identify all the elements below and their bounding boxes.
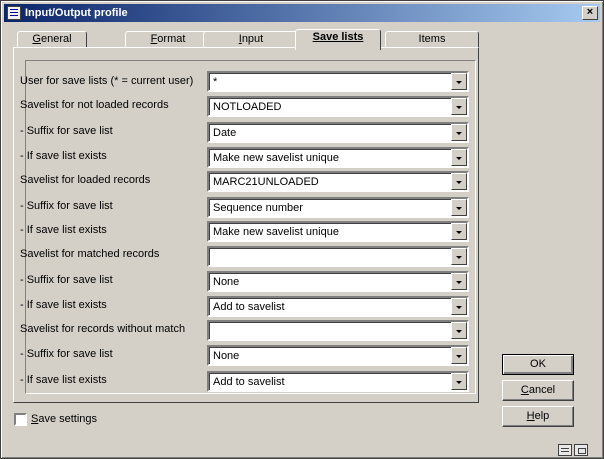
field-label: - Suffix for save list (20, 200, 113, 212)
no-match-savelist-select[interactable] (207, 320, 469, 341)
not-loaded-savelist-select[interactable]: NOTLOADED (207, 96, 469, 117)
not-loaded-exists-select[interactable]: Make new savelist unique (207, 147, 469, 168)
no-match-exists-select[interactable]: Add to savelist (207, 371, 469, 392)
close-icon[interactable]: × (582, 6, 598, 20)
select-value: Make new savelist unique (213, 152, 339, 164)
save-settings-label[interactable]: Save settings (31, 413, 97, 426)
field-label: Savelist for not loaded records (20, 99, 169, 111)
not-loaded-suffix-select[interactable]: Date (207, 122, 469, 143)
field-label: Savelist for matched records (20, 248, 160, 260)
select-value: Sequence number (213, 202, 303, 214)
select-value: Add to savelist (213, 301, 285, 313)
select-value: Date (213, 127, 237, 139)
field-label: User for save lists (* = current user) (20, 75, 194, 87)
field-label: - If save list exists (20, 150, 107, 162)
field-label: - If save list exists (20, 224, 107, 236)
field-label: - Suffix for save list (20, 274, 113, 286)
loaded-suffix-select[interactable]: Sequence number (207, 197, 469, 218)
save-settings-checkbox[interactable] (14, 413, 27, 426)
dropdown-arrow-icon[interactable] (451, 124, 467, 141)
loaded-savelist-select[interactable]: MARC21UNLOADED (207, 171, 469, 192)
matched-exists-select[interactable]: Add to savelist (207, 296, 469, 317)
dropdown-arrow-icon[interactable] (451, 347, 467, 364)
field-label: - Suffix for save list (20, 348, 113, 360)
matched-suffix-select[interactable]: None (207, 271, 469, 292)
tab-input[interactable]: Input (203, 31, 299, 48)
tab-strip: General Format Input Save lists Items (13, 29, 483, 50)
dropdown-arrow-icon[interactable] (451, 248, 467, 265)
dialog-window: Input/Output profile × General Format In… (0, 0, 604, 459)
select-value: Make new savelist unique (213, 226, 339, 238)
tab-general[interactable]: General (17, 31, 87, 48)
select-value: NOTLOADED (213, 101, 282, 113)
dropdown-arrow-icon[interactable] (451, 298, 467, 315)
field-label: Savelist for records without match (20, 323, 186, 335)
no-match-suffix-select[interactable]: None (207, 345, 469, 366)
help-button[interactable]: Help (502, 406, 574, 427)
title-bar: Input/Output profile × (4, 4, 600, 22)
tab-save-lists[interactable]: Save lists (295, 29, 381, 50)
field-label: - If save list exists (20, 374, 107, 386)
dropdown-arrow-icon[interactable] (451, 373, 467, 390)
select-value: MARC21UNLOADED (213, 176, 319, 188)
resize-icon[interactable] (574, 444, 588, 456)
dropdown-arrow-icon[interactable] (451, 199, 467, 216)
dropdown-arrow-icon[interactable] (451, 273, 467, 290)
dropdown-arrow-icon[interactable] (451, 149, 467, 166)
user-save-lists-select[interactable]: * (207, 71, 469, 92)
dropdown-arrow-icon[interactable] (451, 98, 467, 115)
cancel-button[interactable]: Cancel (502, 380, 574, 401)
dropdown-arrow-icon[interactable] (451, 322, 467, 339)
matched-savelist-select[interactable] (207, 246, 469, 267)
dropdown-arrow-icon[interactable] (451, 223, 467, 240)
tab-items[interactable]: Items (385, 31, 479, 48)
select-value: * (213, 76, 218, 88)
select-value: Add to savelist (213, 376, 285, 388)
loaded-exists-select[interactable]: Make new savelist unique (207, 221, 469, 242)
keyboard-icon[interactable] (558, 444, 572, 456)
window-title: Input/Output profile (25, 7, 128, 19)
field-label: Savelist for loaded records (20, 174, 151, 186)
field-label: - Suffix for save list (20, 125, 113, 137)
app-icon (7, 6, 21, 20)
field-label: - If save list exists (20, 299, 107, 311)
ok-button[interactable]: OK (502, 354, 574, 375)
dropdown-arrow-icon[interactable] (451, 73, 467, 90)
select-value: None (213, 276, 240, 288)
dropdown-arrow-icon[interactable] (451, 173, 467, 190)
select-value: None (213, 350, 240, 362)
tab-format[interactable]: Format (125, 31, 211, 48)
